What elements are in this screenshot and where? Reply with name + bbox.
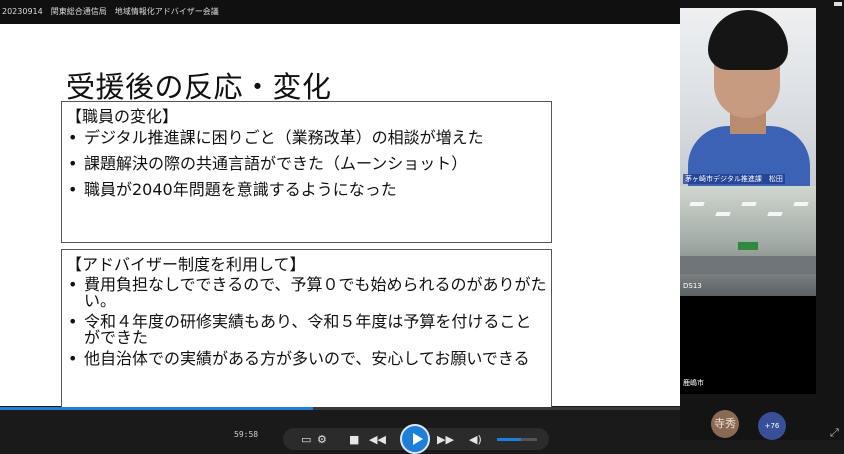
more-participants-badge[interactable]: +76 (758, 412, 786, 440)
window-title: 20230914 関東総合通信局 地域情報化アドバイザー会議 (0, 0, 682, 24)
bullet-item: 令和４年度の研修実績もあり、令和５年度は予算を付けることができた (66, 314, 547, 346)
participant-name-label: DS13 (683, 282, 702, 290)
ceiling-lights (689, 198, 810, 228)
participant-name-label: 鹿嶋市 (683, 379, 704, 387)
participant-panel: 茅ヶ崎市デジタル推進課 松田 DS13 鹿嶋市 寺秀 +76 ⤢ (680, 0, 844, 440)
timecode: 59:58 (234, 430, 259, 439)
presentation-slide: 受援後の反応・変化 【職員の変化】 デジタル推進課に困りごと（業務改革）の相談が… (0, 24, 680, 410)
bullet-list: 費用負担なしでできるので、予算０でも始められるのがありがたい。 令和４年度の研修… (62, 277, 551, 368)
box-heading: 【職員の変化】 (66, 107, 179, 126)
bullet-item: デジタル推進課に困りごと（業務改革）の相談が増えた (66, 129, 547, 148)
video-tile-speaker[interactable]: 茅ヶ崎市デジタル推進課 松田 (680, 8, 816, 186)
player-controls: 59:58 ▭ ⚙ ■ ◀◀ ▶▶ ◀) (0, 410, 680, 454)
bullet-item: 費用負担なしでできるので、予算０でも始められるのがありがたい。 (66, 277, 547, 309)
control-bar: ▭ ⚙ ■ ◀◀ ▶▶ ◀) (283, 424, 549, 454)
speaker-hair (708, 10, 788, 70)
bullet-item: 職員が2040年問題を意識するようになった (66, 181, 547, 200)
expand-icon[interactable]: ⤢ (830, 426, 839, 440)
participant-name-label: 茅ヶ崎市デジタル推進課 松田 (683, 174, 785, 184)
meeting-table (680, 256, 816, 274)
box-heading: 【アドバイザー制度を利用して】 (66, 255, 306, 274)
bullet-item: 課題解決の際の共通言語ができた（ムーンショット） (66, 155, 547, 174)
window-corner-icon (834, 2, 842, 6)
bullet-list: デジタル推進課に困りごと（業務改革）の相談が増えた 課題解決の際の共通言語ができ… (62, 129, 551, 200)
play-button[interactable] (400, 424, 430, 454)
video-tile-city[interactable]: 鹿嶋市 (680, 296, 816, 394)
participant-avatar[interactable]: 寺秀 (711, 410, 739, 438)
slide-title: 受援後の反応・変化 (66, 70, 332, 104)
bullet-item: 他自治体での実績がある方が多いので、安心してお願いできる (66, 351, 547, 368)
staff-changes-box: 【職員の変化】 デジタル推進課に困りごと（業務改革）の相談が増えた 課題解決の際… (61, 101, 552, 243)
video-tile-room[interactable]: DS13 (680, 186, 816, 296)
advisor-program-box: 【アドバイザー制度を利用して】 費用負担なしでできるので、予算０でも始められるの… (61, 249, 552, 410)
room-sign (738, 242, 758, 250)
